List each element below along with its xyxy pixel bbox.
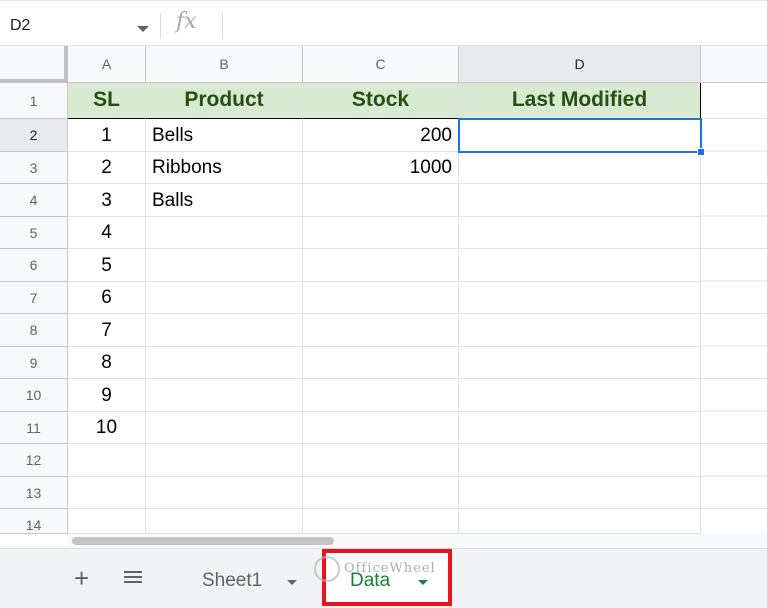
table-cell[interactable] [459, 217, 701, 249]
horizontal-scrollbar[interactable] [68, 534, 767, 548]
table-cell[interactable] [68, 509, 146, 534]
table-cell[interactable] [303, 217, 459, 249]
table-cell[interactable] [146, 412, 303, 444]
table-cell-last-modified[interactable] [459, 119, 701, 152]
header-cell-sl[interactable]: SL [68, 83, 146, 119]
row-header-11[interactable]: 11 [0, 412, 68, 444]
divider [160, 13, 161, 39]
fx-icon: fx [176, 9, 197, 34]
table-cell[interactable] [146, 282, 303, 314]
header-cell-last-modified[interactable]: Last Modified [459, 83, 701, 119]
select-all-corner[interactable] [0, 46, 68, 83]
table-cell[interactable] [303, 509, 459, 534]
all-sheets-icon[interactable] [124, 571, 142, 586]
table-cell[interactable] [146, 477, 303, 509]
name-box[interactable]: D2 [0, 11, 160, 41]
table-cell-sl[interactable]: 5 [68, 249, 146, 282]
table-cell[interactable] [701, 119, 767, 534]
row-header-10[interactable]: 10 [0, 379, 68, 412]
table-cell[interactable] [68, 444, 146, 477]
chevron-down-icon[interactable] [137, 26, 149, 32]
row-header-14[interactable]: 14 [0, 509, 68, 534]
table-cell[interactable] [303, 347, 459, 379]
table-cell[interactable] [303, 379, 459, 412]
table-cell[interactable] [459, 314, 701, 347]
header-cell-product[interactable]: Product [146, 83, 303, 119]
table-cell[interactable] [303, 477, 459, 509]
row-header-7[interactable]: 7 [0, 282, 68, 314]
watermark-text: OfficeWheel [344, 561, 436, 576]
table-cell[interactable] [459, 282, 701, 314]
table-cell[interactable] [303, 412, 459, 444]
table-cell-sl[interactable]: 2 [68, 152, 146, 184]
add-sheet-icon[interactable]: + [74, 565, 89, 591]
column-header-b[interactable]: B [146, 46, 303, 83]
row-header-9[interactable]: 9 [0, 347, 68, 379]
table-cell-sl[interactable]: 10 [68, 412, 146, 444]
chevron-down-icon[interactable] [287, 580, 297, 585]
row-header-3[interactable]: 3 [0, 152, 68, 184]
table-cell[interactable] [701, 83, 767, 119]
row-header-1[interactable]: 1 [0, 83, 68, 119]
tab-sheet1[interactable]: Sheet1 [180, 549, 320, 608]
table-cell[interactable] [146, 217, 303, 249]
table-cell[interactable] [459, 412, 701, 444]
tab-label: Sheet1 [202, 570, 263, 591]
chevron-down-icon[interactable] [418, 580, 428, 585]
name-box-ref: D2 [10, 17, 31, 34]
column-header-a[interactable]: A [68, 46, 146, 83]
table-cell[interactable] [459, 477, 701, 509]
row-header-4[interactable]: 4 [0, 184, 68, 217]
column-header-d[interactable]: D [459, 46, 701, 83]
header-cell-stock[interactable]: Stock [303, 83, 459, 119]
table-cell[interactable] [459, 184, 701, 217]
table-cell[interactable] [146, 444, 303, 477]
table-cell[interactable] [68, 477, 146, 509]
table-cell[interactable] [459, 509, 701, 534]
table-cell[interactable] [146, 379, 303, 412]
row-header-8[interactable]: 8 [0, 314, 68, 347]
watermark-logo-icon [314, 556, 340, 582]
row-header-13[interactable]: 13 [0, 477, 68, 509]
scrollbar-thumb[interactable] [72, 537, 334, 545]
row-header-5[interactable]: 5 [0, 217, 68, 249]
column-header-c[interactable]: C [303, 46, 459, 83]
table-cell[interactable] [146, 314, 303, 347]
row-header-2[interactable]: 2 [0, 119, 68, 152]
table-cell[interactable] [459, 347, 701, 379]
table-cell-sl[interactable]: 3 [68, 184, 146, 217]
table-cell-sl[interactable]: 6 [68, 282, 146, 314]
table-cell[interactable] [459, 152, 701, 184]
table-cell-sl[interactable]: 8 [68, 347, 146, 379]
table-cell[interactable] [303, 314, 459, 347]
table-cell-sl[interactable]: 9 [68, 379, 146, 412]
table-cell-sl[interactable]: 1 [68, 119, 146, 152]
divider [222, 13, 223, 39]
table-cell-stock[interactable]: 200 [303, 119, 459, 152]
table-cell[interactable] [303, 444, 459, 477]
sheet-tab-bar: + Sheet1 Data [0, 548, 767, 608]
table-cell-sl[interactable]: 7 [68, 314, 146, 347]
table-cell[interactable] [459, 379, 701, 412]
table-cell[interactable] [459, 249, 701, 282]
table-cell[interactable] [303, 184, 459, 217]
row-header-6[interactable]: 6 [0, 249, 68, 282]
column-header-e[interactable] [701, 46, 767, 83]
table-cell[interactable] [459, 444, 701, 477]
fill-handle[interactable] [697, 148, 705, 156]
table-cell-stock[interactable]: 1000 [303, 152, 459, 184]
table-cell[interactable] [303, 282, 459, 314]
table-cell-product[interactable]: Bells [146, 119, 303, 152]
formula-bar: D2 fx [0, 0, 767, 46]
table-cell[interactable] [146, 509, 303, 534]
table-cell-product[interactable]: Ribbons [146, 152, 303, 184]
table-cell[interactable] [146, 347, 303, 379]
table-cell[interactable] [303, 249, 459, 282]
table-cell[interactable] [146, 249, 303, 282]
table-cell-sl[interactable]: 4 [68, 217, 146, 249]
row-header-12[interactable]: 12 [0, 444, 68, 477]
table-cell-product[interactable]: Balls [146, 184, 303, 217]
formula-input[interactable] [232, 13, 752, 39]
tab-data[interactable]: Data [322, 549, 452, 606]
